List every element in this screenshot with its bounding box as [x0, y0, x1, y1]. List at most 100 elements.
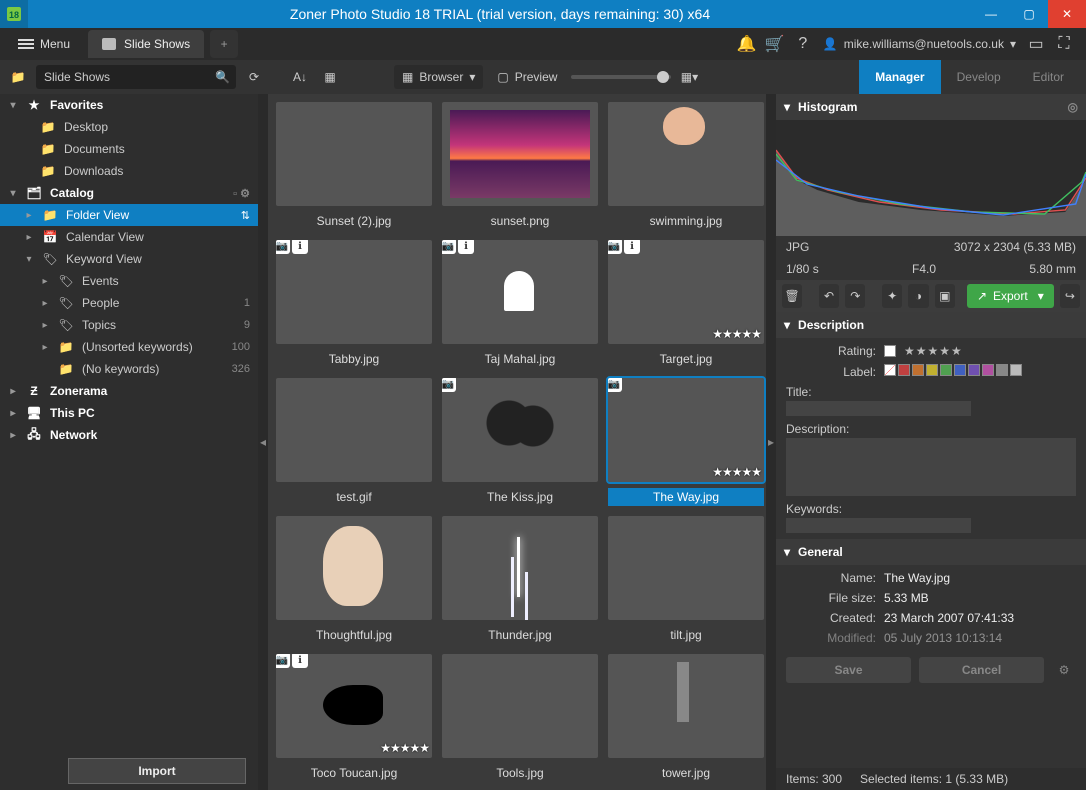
rotate-left-button[interactable]: ↶: [819, 284, 839, 308]
thumbnail-item[interactable]: test.gif: [276, 378, 432, 506]
fullscreen-icon[interactable]: ⛶: [1050, 35, 1078, 53]
thumbnail-item[interactable]: 📷ℹTabby.jpg: [276, 240, 432, 368]
collapse-rightpane-handle[interactable]: ▸: [766, 94, 776, 790]
new-tab-button[interactable]: +: [210, 30, 238, 58]
sidebar-network[interactable]: ▸🖧Network: [0, 424, 258, 446]
sidebar-item-desktop[interactable]: 📁Desktop: [0, 116, 258, 138]
right-pane: ▾Histogram◎ JPG 3072 x 2304 (5.33 MB) 1/…: [776, 94, 1086, 790]
cancel-button[interactable]: Cancel: [919, 657, 1044, 683]
rating-clear-swatch[interactable]: [884, 345, 896, 357]
rotate-right-button[interactable]: ↷: [845, 284, 865, 308]
main-menu-button[interactable]: Menu: [8, 33, 80, 55]
label-color-swatch[interactable]: [926, 364, 938, 376]
tab-slide-shows[interactable]: Slide Shows: [88, 30, 204, 58]
histogram-header[interactable]: ▾Histogram◎: [776, 94, 1086, 120]
tag-icon: 🏷: [58, 296, 74, 310]
sidebar-item-downloads[interactable]: 📁Downloads: [0, 160, 258, 182]
status-selected: Selected items: 1 (5.33 MB): [860, 772, 1008, 786]
sidebar-item-nokeywords[interactable]: 📁(No keywords)326: [0, 358, 258, 380]
label-color-swatch[interactable]: [996, 364, 1008, 376]
sidebar-item-calendar-view[interactable]: ▸📅Calendar View: [0, 226, 258, 248]
user-menu[interactable]: 👤 mike.williams@nuetools.co.uk ▾: [817, 37, 1022, 51]
tab-develop[interactable]: Develop: [941, 60, 1017, 94]
sidebar-item-events[interactable]: ▸🏷Events: [0, 270, 258, 292]
camera-badge-icon: 📷: [608, 240, 622, 254]
label-color-swatch[interactable]: [968, 364, 980, 376]
settings-gear-icon[interactable]: ⚙: [1052, 657, 1076, 683]
keywords-input[interactable]: [786, 518, 971, 533]
location-search[interactable]: Slide Shows 🔍: [36, 65, 236, 89]
thumbnail-item[interactable]: Tools.jpg: [442, 654, 598, 782]
refresh-button[interactable]: ⟳: [242, 65, 266, 89]
label-color-swatch[interactable]: [898, 364, 910, 376]
thumbnail-image: 📷ℹ★★★★★: [608, 240, 764, 344]
thumbnail-item[interactable]: Thunder.jpg: [442, 516, 598, 644]
help-icon[interactable]: ?: [789, 35, 817, 53]
sidebar-item-unsorted[interactable]: ▸📁(Unsorted keywords)100: [0, 336, 258, 358]
general-header[interactable]: ▾General: [776, 539, 1086, 565]
thumbnail-item[interactable]: Sunset (2).jpg: [276, 102, 432, 230]
quick-fix-button[interactable]: ✦: [882, 284, 902, 308]
cart-icon[interactable]: 🛒: [761, 34, 789, 54]
label-color-swatch[interactable]: [884, 364, 896, 376]
up-folder-button[interactable]: 📁: [6, 65, 30, 89]
label-color-swatch[interactable]: [954, 364, 966, 376]
target-icon[interactable]: ◎: [1068, 100, 1078, 114]
description-input[interactable]: [786, 438, 1076, 496]
thumbnail-item[interactable]: Thoughtful.jpg: [276, 516, 432, 644]
description-header[interactable]: ▾Description: [776, 312, 1086, 338]
thumbnail-item[interactable]: 📷ℹ★★★★★Target.jpg: [608, 240, 764, 368]
catalog-icon: 🗂: [26, 186, 42, 200]
sidebar-thispc[interactable]: ▸🖥This PC: [0, 402, 258, 424]
rating-stars[interactable]: ★★★★★: [904, 344, 963, 358]
sidebar-item-topics[interactable]: ▸🏷Topics9: [0, 314, 258, 336]
sidebar-favorites[interactable]: ▾★Favorites: [0, 94, 258, 116]
secondary-display-icon[interactable]: ▭: [1022, 34, 1050, 54]
sidebar-item-folder-view[interactable]: ▸📁Folder View⇅: [0, 204, 258, 226]
filter-button[interactable]: ▦: [318, 65, 342, 89]
delete-button[interactable]: 🗑: [782, 284, 802, 308]
thumbnail-caption: Thoughtful.jpg: [276, 626, 432, 644]
quick-edit-button[interactable]: ◑: [908, 284, 928, 308]
title-input[interactable]: [786, 401, 971, 416]
thumbnail-zoom-slider[interactable]: [571, 75, 671, 79]
thumbnail-item[interactable]: swimming.jpg: [608, 102, 764, 230]
thumbnail-item[interactable]: 📷ℹ★★★★★Toco Toucan.jpg: [276, 654, 432, 782]
catalog-actions[interactable]: ▫ ⚙: [233, 187, 250, 200]
preview-mode-button[interactable]: ▢ Preview: [489, 65, 565, 89]
thumbnail-item[interactable]: 📷ℹTaj Mahal.jpg: [442, 240, 598, 368]
thumbnail-item[interactable]: sunset.png: [442, 102, 598, 230]
tab-editor[interactable]: Editor: [1017, 60, 1080, 94]
thumbnail-caption: Thunder.jpg: [442, 626, 598, 644]
sort-button[interactable]: A↓: [288, 65, 312, 89]
share-button[interactable]: ↪: [1060, 284, 1080, 308]
thumbnail-options-button[interactable]: ▦▾: [677, 65, 701, 89]
sidebar-item-people[interactable]: ▸🏷People1: [0, 292, 258, 314]
minimize-button[interactable]: —: [972, 0, 1010, 28]
thumbnail-item[interactable]: tilt.jpg: [608, 516, 764, 644]
export-button[interactable]: ↗Export▾: [967, 284, 1054, 308]
external-editor-button[interactable]: ▣: [935, 284, 955, 308]
close-button[interactable]: ✕: [1048, 0, 1086, 28]
sidebar-catalog[interactable]: ▾🗂Catalog▫ ⚙: [0, 182, 258, 204]
label-color-swatch[interactable]: [912, 364, 924, 376]
thumbnail-grid: Sunset (2).jpgsunset.pngswimming.jpg📷ℹTa…: [268, 94, 766, 790]
maximize-button[interactable]: ▢: [1010, 0, 1048, 28]
label-color-swatch[interactable]: [982, 364, 994, 376]
import-button[interactable]: Import: [68, 758, 246, 784]
label-color-swatch[interactable]: [1010, 364, 1022, 376]
label-color-swatch[interactable]: [940, 364, 952, 376]
thumbnail-item[interactable]: tower.jpg: [608, 654, 764, 782]
collapse-sidebar-handle[interactable]: ◂: [258, 94, 268, 790]
tab-manager[interactable]: Manager: [859, 60, 940, 94]
notifications-icon[interactable]: 🔔: [733, 34, 761, 54]
slider-knob[interactable]: [657, 71, 669, 83]
thumbnail-caption: The Way.jpg: [608, 488, 764, 506]
sidebar-item-documents[interactable]: 📁Documents: [0, 138, 258, 160]
thumbnail-item[interactable]: 📷★★★★★The Way.jpg: [608, 378, 764, 506]
thumbnail-item[interactable]: 📷The Kiss.jpg: [442, 378, 598, 506]
sidebar-item-keyword-view[interactable]: ▾🏷Keyword View: [0, 248, 258, 270]
browser-mode-dropdown[interactable]: ▦ Browser ▾: [394, 65, 483, 89]
sidebar-zonerama[interactable]: ▸ƵZonerama: [0, 380, 258, 402]
save-button[interactable]: Save: [786, 657, 911, 683]
